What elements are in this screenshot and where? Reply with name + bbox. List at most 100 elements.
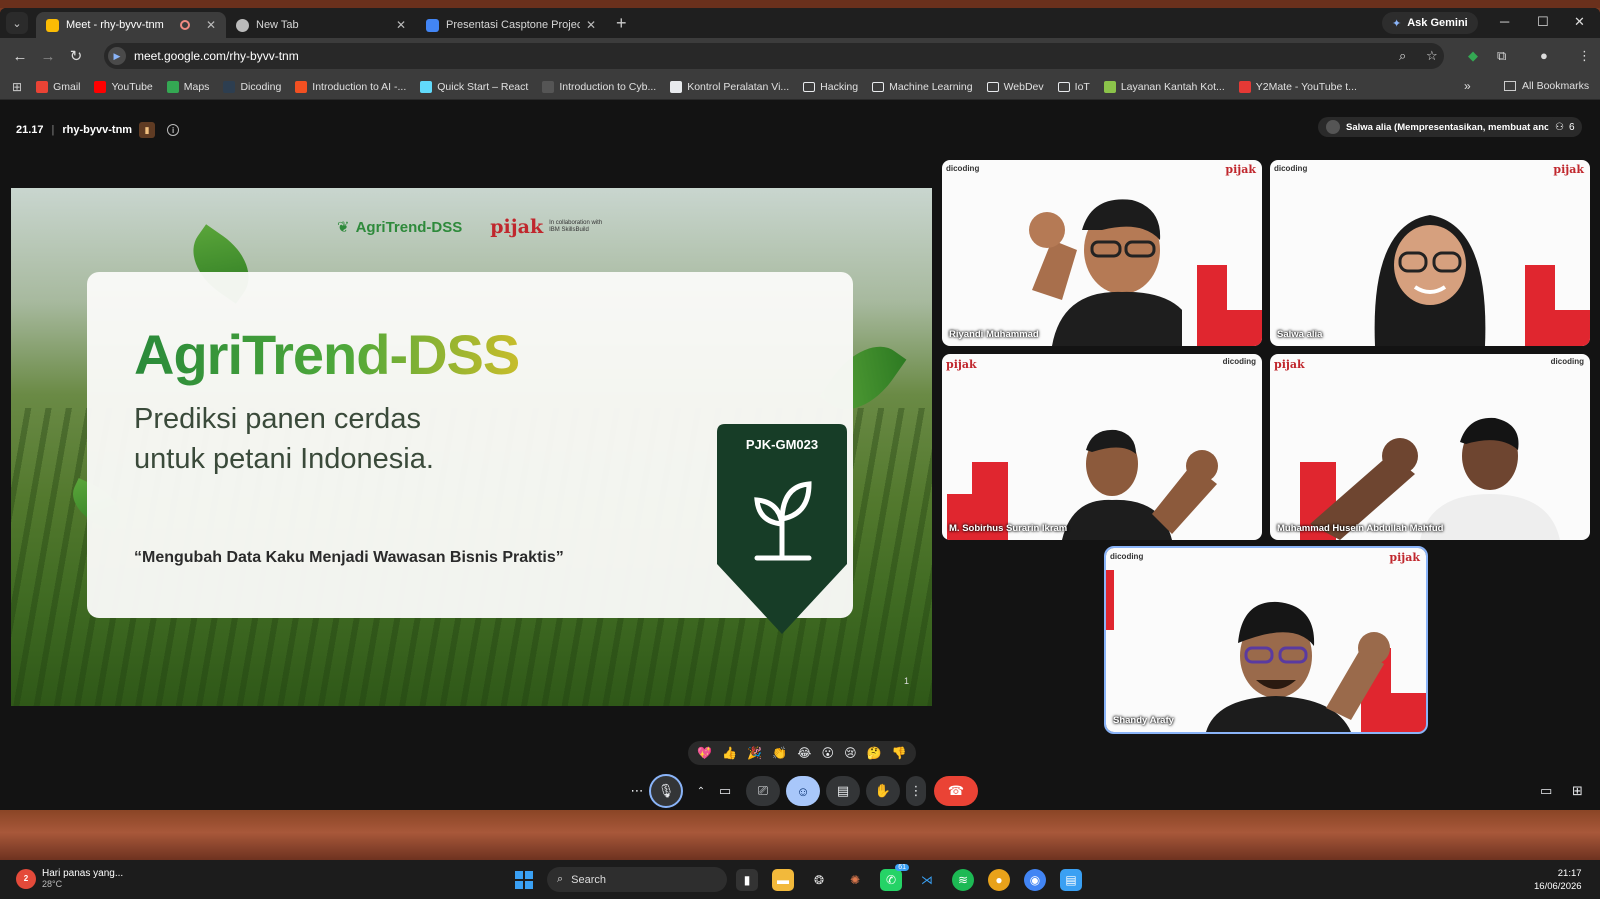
windows-start-icon[interactable] (515, 871, 533, 889)
shield-icon (426, 18, 439, 32)
tab-new-tab[interactable]: New Tab ✕ (226, 12, 416, 38)
file-explorer-icon[interactable]: ▬ (772, 869, 794, 891)
reaction-emoji[interactable]: 🎉 (747, 746, 762, 760)
participant-name: Salwa alia (1277, 329, 1323, 340)
emoji-reactions-button[interactable]: ☺ (786, 776, 820, 806)
close-window-icon[interactable]: ✕ (1574, 14, 1585, 30)
back-icon[interactable]: ← (6, 48, 34, 65)
profile-avatar-icon[interactable]: ● (1540, 48, 1548, 63)
info-icon[interactable]: i (167, 124, 180, 136)
system-clock[interactable]: 21:17 16/06/2026 (1534, 867, 1582, 893)
meeting-time: 21.17 (16, 124, 44, 136)
close-tab-icon[interactable]: ✕ (586, 18, 596, 32)
mic-options-chevron-icon[interactable]: ⌃ (690, 776, 712, 806)
reaction-emoji[interactable]: 👏 (772, 746, 787, 760)
all-bookmarks-button[interactable]: All Bookmarks (1504, 80, 1589, 92)
site-info-icon[interactable]: ▶ (108, 47, 126, 65)
bookmark-item[interactable]: Dicoding (223, 80, 281, 93)
camera-button[interactable]: ▭ (712, 776, 738, 806)
activities-grid-icon[interactable]: ⊞ (1572, 783, 1583, 799)
reaction-emoji[interactable]: 😂 (797, 746, 811, 760)
participant-tile[interactable]: pijak dicoding Muhammad Husein Abdullah … (1270, 354, 1590, 540)
maximize-icon[interactable]: ☐ (1537, 14, 1549, 30)
bookmark-item[interactable]: Hacking (803, 81, 858, 93)
spotify-icon[interactable]: ≋ (952, 869, 974, 891)
raise-hand-button[interactable]: ✋ (866, 776, 900, 806)
captions-button[interactable]: ▤ (826, 776, 860, 806)
reaction-emoji[interactable]: 🤔 (867, 746, 882, 760)
chrome-profile-icon[interactable]: ● (988, 869, 1010, 891)
minimize-icon[interactable]: ─ (1500, 14, 1509, 29)
taskbar-search[interactable]: ⌕ Search (547, 867, 727, 892)
bookmark-label: Introduction to Cyb... (559, 80, 657, 93)
participant-tile[interactable]: dicoding pijak Riyandi Muhammad (942, 160, 1262, 346)
extension-green-icon[interactable]: ◆ (1468, 48, 1478, 64)
bookmark-item[interactable]: Layanan Kantah Kot... (1103, 80, 1225, 93)
close-tab-icon[interactable]: ✕ (396, 18, 406, 32)
extensions-icon[interactable]: ⧉ (1497, 48, 1506, 64)
notepad-icon[interactable]: ▤ (1060, 869, 1082, 891)
microphone-button[interactable]: 🎙 (649, 774, 683, 808)
tab-search-button[interactable]: ⌄ (6, 12, 28, 34)
bookmark-item[interactable]: Gmail (36, 80, 80, 93)
address-bar[interactable]: ▶ meet.google.com/rhy-byvv-tnm (104, 43, 1444, 69)
more-options-left-icon[interactable]: ⋯ (626, 776, 648, 806)
bookmark-item[interactable]: WebDev (986, 81, 1044, 93)
search-placeholder: Search (571, 873, 607, 886)
ask-gemini-button[interactable]: ✦ Ask Gemini (1382, 12, 1478, 34)
leave-call-button[interactable]: ☎ (934, 776, 978, 806)
whatsapp-icon[interactable]: ✆ 61 (880, 864, 909, 891)
chatgpt-icon[interactable]: ❂ (808, 869, 830, 891)
bookmark-item[interactable]: Y2Mate - YouTube t... (1238, 80, 1357, 93)
task-view-icon[interactable]: ▮ (736, 869, 758, 891)
claude-icon[interactable]: ✺ (844, 869, 866, 891)
reaction-emoji[interactable]: 👎 (892, 746, 907, 760)
subtitle-line-2: untuk petani Indonesia. (134, 443, 434, 475)
folder-icon (872, 81, 885, 92)
tab-meet[interactable]: Meet - rhy-byvv-tnm ✕ (36, 12, 226, 38)
gemini-icon: ✦ (1392, 17, 1402, 30)
participant-tile-active-speaker[interactable]: dicoding pijak Shandy Arafy (1104, 546, 1428, 734)
presenting-chip[interactable]: Salwa alia (Mempresentasikan, membuat an… (1318, 117, 1578, 137)
presenter-avatar (1326, 120, 1340, 134)
bookmark-item[interactable]: Machine Learning (872, 81, 973, 93)
apps-grid-icon[interactable]: ⊞ (12, 80, 22, 94)
participant-tile[interactable]: pijak dicoding M. Sobirhus Surarin Ikram (942, 354, 1262, 540)
bookmark-item[interactable]: Introduction to AI -... (295, 80, 406, 93)
reaction-emoji[interactable]: 💖 (697, 746, 712, 760)
presentation-slide: ❦ AgriTrend-DSS pijak In collaboration wi… (11, 188, 932, 706)
vscode-icon[interactable]: ⋊ (916, 869, 938, 891)
chat-icon[interactable]: ▭ (1540, 783, 1552, 799)
gmail-icon (36, 80, 49, 93)
more-bookmarks-icon[interactable]: » (1464, 79, 1471, 93)
bookmark-item[interactable]: Kontrol Peralatan Vi... (670, 80, 789, 93)
menu-kebab-icon[interactable]: ⋮ (1578, 48, 1591, 64)
more-options-icon[interactable]: ⋮ (906, 776, 926, 806)
bookmark-star-icon[interactable]: ☆ (1426, 48, 1438, 64)
weather-text: Hari panas yang... (42, 868, 124, 879)
tab-presentation[interactable]: Presentasi Casptone Project PJK ✕ (416, 12, 606, 38)
reaction-emoji[interactable]: 😮 (822, 746, 835, 760)
participants-button[interactable]: ⚇ 6 (1548, 117, 1582, 137)
chrome-icon[interactable]: ◉ (1024, 869, 1046, 891)
bookmark-item[interactable]: Introduction to Cyb... (542, 80, 657, 93)
zoom-icon[interactable]: ⌕ (1399, 48, 1406, 64)
bookmark-item[interactable]: YouTube (94, 80, 153, 93)
weather-widget[interactable]: 2 Hari panas yang... 28°C (16, 868, 123, 889)
reaction-emoji[interactable]: 😢 (844, 746, 857, 760)
close-tab-icon[interactable]: ✕ (206, 18, 216, 32)
new-tab-button[interactable]: + (616, 13, 627, 34)
bookmark-item[interactable]: IoT (1057, 81, 1090, 93)
search-icon: ⌕ (557, 873, 564, 885)
bookmark-item[interactable]: Quick Start – React (420, 80, 528, 93)
weather-temp: 28°C (42, 879, 63, 889)
bookmark-item[interactable]: Maps (166, 80, 209, 93)
pijak-logo: pijak (1225, 163, 1256, 176)
forward-icon[interactable]: → (34, 48, 62, 65)
reaction-emoji[interactable]: 👍 (722, 746, 737, 760)
desktop-wallpaper (0, 810, 1600, 860)
present-screen-button[interactable]: ⎚ (746, 776, 780, 806)
all-bookmarks-label: All Bookmarks (1522, 80, 1590, 92)
reload-icon[interactable]: ↻ (62, 47, 90, 65)
participant-tile[interactable]: dicoding pijak Salwa alia (1270, 160, 1590, 346)
